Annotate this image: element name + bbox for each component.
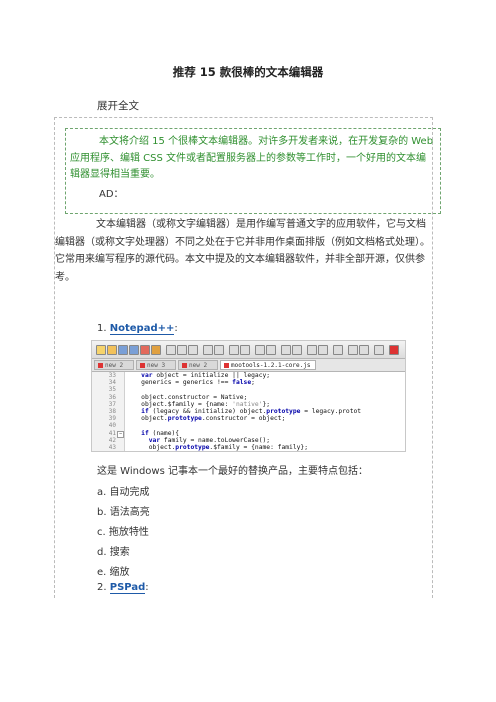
intro-text: 本文将介绍 15 个很棒文本编辑器。对许多开发者来说，在开发复杂的 Web 应用…	[70, 136, 434, 180]
feature-item: b. 语法高亮	[97, 507, 150, 518]
feature-item: c. 拖放特性	[97, 527, 149, 538]
close-icon	[140, 345, 150, 355]
replace-icon	[240, 345, 250, 355]
item-2-number: 2.	[97, 582, 107, 593]
close-all-icon	[151, 345, 161, 355]
save-icon	[118, 345, 128, 355]
fold-toggle-icon[interactable]: −	[117, 430, 124, 438]
record-icon	[389, 345, 399, 355]
code-line: var object = initialize || legacy;	[141, 372, 271, 379]
code-line: var family = name.toLowerCase();	[148, 436, 271, 444]
code-line: object.prototype.constructor = object;	[126, 415, 286, 423]
line-number: 36	[108, 393, 116, 401]
code-line: if (name){	[141, 429, 180, 437]
open-folder-icon	[107, 345, 117, 355]
save-all-icon	[129, 345, 139, 355]
undo-icon	[203, 345, 213, 355]
sync-scroll-icon	[281, 345, 291, 355]
ad-label: AD：	[99, 189, 124, 200]
code-line: object.prototype.$family = {name: family…	[126, 444, 308, 451]
line-number: 41	[108, 429, 116, 437]
intro-box: 本文将介绍 15 个很棒文本编辑器。对许多开发者来说，在开发复杂的 Web 应用…	[65, 128, 441, 214]
editor-tabs: new 2 new 3 new 2 mootools-1.2.1-core.js	[92, 359, 405, 372]
tab-mootools-core[interactable]: mootools-1.2.1-core.js	[220, 360, 316, 370]
zoom-in-icon	[255, 345, 265, 355]
expand-full-text-link[interactable]: 展开全文	[97, 98, 139, 113]
editor-toolbar	[92, 341, 405, 359]
line-number: 33	[108, 372, 116, 379]
editor-screenshot: new 2 new 3 new 2 mootools-1.2.1-core.js…	[91, 340, 406, 452]
tab-new-2b[interactable]: new 2	[178, 360, 218, 370]
line-number: 38	[108, 408, 116, 415]
intro-paragraph: 文本编辑器（或称文字编辑器）是用作编写普通文字的应用软件，它与文档编辑器（或称文…	[55, 219, 430, 283]
line-number: 42	[108, 436, 116, 444]
macro-play-icon	[374, 345, 384, 355]
line-number: 35	[108, 386, 116, 394]
paste-icon	[188, 345, 198, 355]
item-2-heading: 2. PSPad:	[97, 582, 149, 594]
new-file-icon	[96, 345, 106, 355]
code-line: object.$family = {name: 'native'};	[126, 400, 271, 408]
line-number: 43	[108, 444, 116, 451]
code-line: if (legacy && initialize) object.prototy…	[141, 408, 362, 415]
item-1-heading: 1. Notepad++:	[97, 323, 178, 335]
code-line: object.constructor = Native;	[126, 393, 248, 401]
copy-icon	[177, 345, 187, 355]
code-line: generics = generics !== false;	[126, 379, 255, 387]
feature-item: e. 缩放	[97, 567, 130, 578]
wrap-icon	[292, 345, 302, 355]
redo-icon	[214, 345, 224, 355]
line-number: 37	[108, 400, 116, 408]
paragraph-icon	[333, 345, 343, 355]
find-icon	[229, 345, 239, 355]
macro-record-icon	[348, 345, 358, 355]
line-number: 39	[108, 415, 116, 423]
zoom-out-icon	[266, 345, 276, 355]
feature-item: d. 搜索	[97, 547, 130, 558]
line-number: 40	[108, 422, 116, 430]
show-all-icon	[307, 345, 317, 355]
code-area[interactable]: var object = initialize || legacy; gener…	[126, 372, 405, 451]
line-number: 34	[108, 379, 116, 387]
page-title: 推荐 15 款很棒的文本编辑器	[172, 65, 324, 79]
item-2-suffix: :	[145, 582, 149, 593]
item-1-number: 1.	[97, 323, 107, 334]
tab-new-3[interactable]: new 3	[136, 360, 176, 370]
indent-guide-icon	[318, 345, 328, 355]
description: 这是 Windows 记事本一个最好的替换产品，主要特点包括：	[97, 466, 368, 477]
macro-stop-icon	[359, 345, 369, 355]
cut-icon	[166, 345, 176, 355]
item-1-suffix: :	[174, 323, 178, 334]
notepad-plus-plus-link[interactable]: Notepad++	[109, 323, 175, 335]
pspad-link[interactable]: PSPad	[109, 582, 146, 594]
tab-new-2[interactable]: new 2	[94, 360, 134, 370]
feature-item: a. 自动完成	[97, 487, 150, 498]
